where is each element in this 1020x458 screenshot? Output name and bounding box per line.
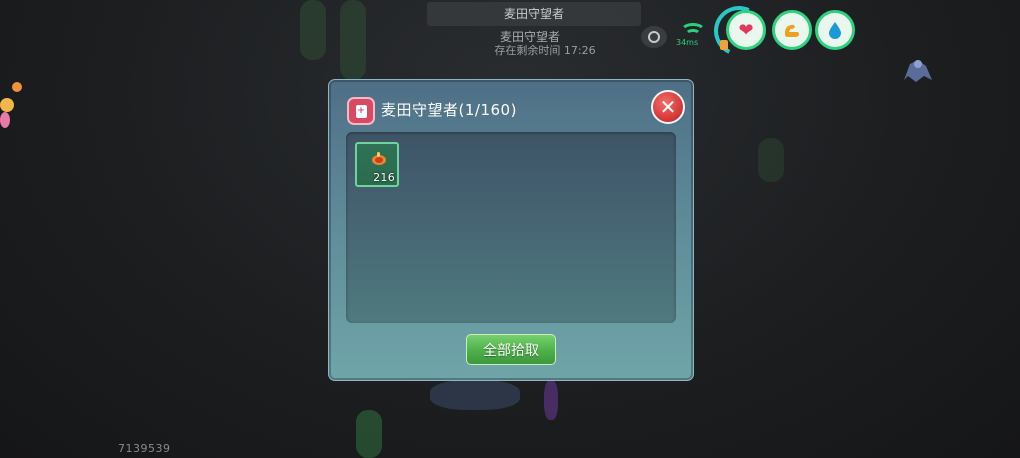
badge-icon <box>720 40 728 50</box>
pickup-all-button[interactable]: 全部拾取 <box>466 334 556 365</box>
cactus-decoration <box>340 0 366 80</box>
dialog-title: 麦田守望者(1/160) <box>381 101 517 119</box>
heart-icon[interactable]: ❤ <box>726 10 766 50</box>
loot-item-slot[interactable]: 216 <box>355 142 399 187</box>
player-id: 7139539 <box>118 442 171 455</box>
remaining-time: 存在剩余时间 17:26 <box>494 44 596 57</box>
fruit-icon <box>369 152 387 166</box>
cactus-decoration <box>758 138 784 182</box>
scene-shadow <box>430 380 520 410</box>
loot-dialog: + 麦田守望者(1/160) ✕ 216 全部拾取 <box>328 79 694 381</box>
muscle-icon[interactable] <box>772 10 812 50</box>
cactus-decoration <box>300 0 326 60</box>
cactus-decoration <box>356 410 382 458</box>
target-name-banner: 麦田守望者 <box>427 2 641 26</box>
creature-figure <box>896 50 938 90</box>
scene-shadow <box>544 380 558 420</box>
loot-bag-icon: + <box>347 97 375 125</box>
water-drop-icon[interactable] <box>815 10 855 50</box>
close-button[interactable]: ✕ <box>651 90 685 124</box>
flower-decoration <box>0 82 22 130</box>
ping-value: 34ms <box>676 38 699 47</box>
item-count: 216 <box>373 171 395 184</box>
eye-icon[interactable] <box>641 26 667 48</box>
loot-item-grid: 216 <box>346 132 676 323</box>
